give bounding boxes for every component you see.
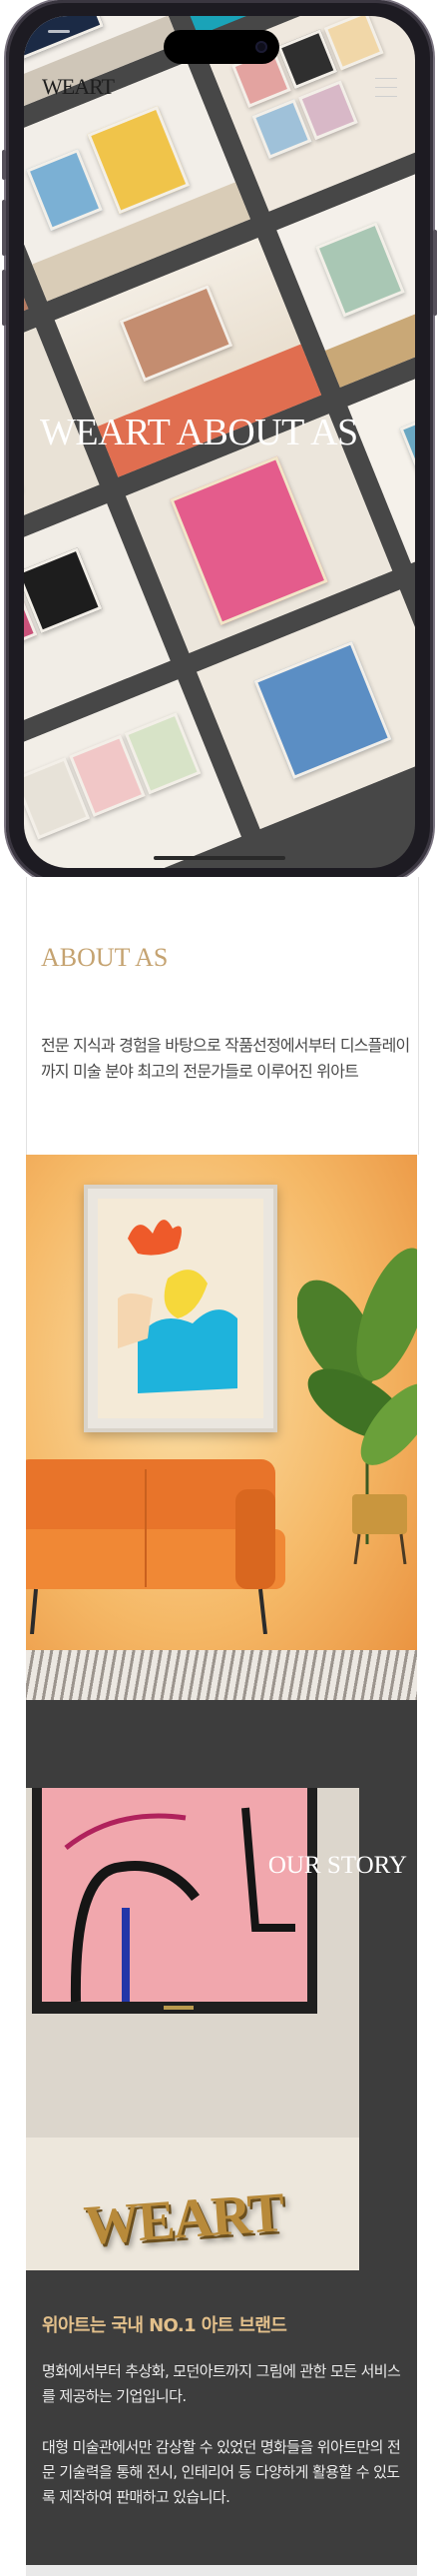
story-tagline: 위아트는 국내 NO.1 아트 브랜드 <box>42 2315 287 2336</box>
story-paragraph-2: 대형 미술관에서만 감상할 수 있었던 명화들을 위아트만의 전문 기술력을 통… <box>42 2438 401 2506</box>
plant <box>296 1245 417 1565</box>
status-bar <box>48 30 88 38</box>
hamburger-menu-icon[interactable] <box>375 78 397 105</box>
story-paragraph-1: 명화에서부터 추상화, 모던아트까지 그림에 관한 모든 서비스를 제공하는 기… <box>42 2362 401 2405</box>
story-section: WEART OUR STORY 위아트는 국내 NO.1 아트 브랜드 명화에서… <box>26 1700 417 2576</box>
gallery-photo <box>24 679 242 868</box>
site-logo[interactable]: WEART <box>42 74 115 100</box>
dynamic-island <box>164 30 279 64</box>
power-button <box>433 230 437 316</box>
about-heading: ABOUT AS <box>41 943 169 972</box>
volume-down-button <box>2 270 6 326</box>
about-section: ABOUT AS 전문 지식과 경험을 바탕으로 작품선정에서부터 디스플레이까… <box>26 877 419 1155</box>
hero-title: WEART ABOUT AS <box>40 412 358 453</box>
volume-up-button <box>2 200 6 256</box>
abstract-painting <box>84 1185 277 1432</box>
phone-screen: WEART WEART ABOUT AS <box>24 16 415 868</box>
footer-strip <box>26 2565 417 2576</box>
phone-mockup: WEART WEART ABOUT AS <box>2 0 437 884</box>
patterned-rug <box>26 1650 417 1700</box>
orange-sofa <box>26 1459 285 1635</box>
about-description: 전문 지식과 경험을 바탕으로 작품선정에서부터 디스플레이까지 미술 분야 최… <box>41 1036 410 1081</box>
living-room-image <box>26 1155 417 1700</box>
home-indicator <box>154 856 285 860</box>
camera-icon <box>255 41 267 53</box>
mute-switch <box>2 150 6 180</box>
story-heading: OUR STORY <box>267 1852 407 1879</box>
